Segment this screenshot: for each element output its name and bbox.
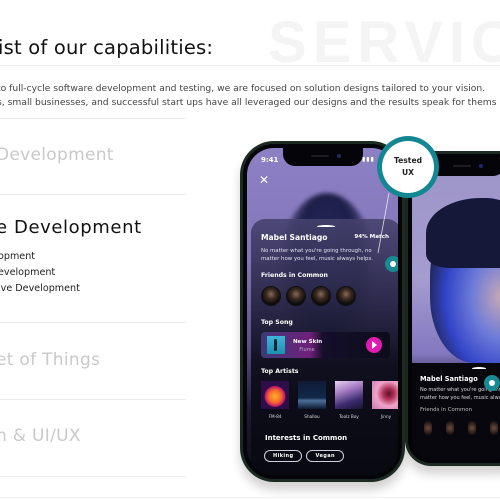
top-artists-title: Top Artists <box>261 368 299 375</box>
capability-design-ui-ux[interactable]: n & UI/UX <box>0 426 81 446</box>
artist-item[interactable]: Jinny <box>372 381 398 419</box>
intro-line-2: s, small businesses, and successful star… <box>0 97 497 108</box>
friend-avatar[interactable] <box>336 286 356 306</box>
capability-divider <box>0 118 186 119</box>
artist-item[interactable]: FM-84 <box>261 381 289 419</box>
capability-sub-item[interactable]: ive Development <box>0 283 80 294</box>
artists-list: FM-84 Shallou Toolz Boy Jinny <box>261 381 398 419</box>
page-heading: ist of our capabilities: <box>0 36 214 59</box>
friend-avatar[interactable] <box>446 421 454 435</box>
album-cover <box>267 336 285 354</box>
annotation-pin <box>484 375 500 391</box>
top-song-title: Top Song <box>261 319 293 326</box>
friends-list <box>261 286 356 306</box>
interest-chip[interactable]: Vegan <box>306 450 344 462</box>
bottom-divider <box>0 497 500 498</box>
capability-divider <box>0 399 186 400</box>
quote-line: matter how you feel, music always help <box>420 394 500 401</box>
song-title: New Skin <box>293 339 323 345</box>
tested-ux-badge: Tested UX <box>377 136 439 198</box>
match-percentage: 94% Match <box>354 234 389 240</box>
friend-avatar[interactable] <box>490 421 498 435</box>
profile-name: Mabel Santiago <box>420 375 478 383</box>
artist-artwork <box>335 381 363 409</box>
badge-line-1: Tested <box>393 156 423 165</box>
artist-artwork <box>261 381 289 409</box>
annotation-pin <box>385 256 398 272</box>
capability-iot[interactable]: et of Things <box>0 350 100 370</box>
interests-title: Interests in Common <box>265 434 348 442</box>
phone-mockup-main: 9:41 ▮▮▮ ◔ ✕ Mabel Santiago 94% Match No… <box>240 141 405 482</box>
phone-screen: Mabel Santiago No matter what you're goi… <box>412 158 500 459</box>
capability-mobile-development[interactable]: e Development <box>0 217 142 238</box>
profile-name: Mabel Santiago <box>261 233 328 242</box>
friends-title: Friends in Common <box>261 272 328 279</box>
services-watermark: SERVIC <box>268 10 500 75</box>
friend-avatar[interactable] <box>468 421 476 435</box>
friend-avatar[interactable] <box>311 286 331 306</box>
artist-name: Shallou <box>304 414 320 419</box>
phone-screen: 9:41 ▮▮▮ ◔ ✕ Mabel Santiago 94% Match No… <box>247 148 398 475</box>
artist-name: FM-84 <box>268 414 282 419</box>
friend-avatar[interactable] <box>261 286 281 306</box>
interests-list: Hiking Vegan <box>264 450 344 462</box>
artist-artwork <box>298 381 326 409</box>
capability-sub-item[interactable]: opment <box>0 251 35 262</box>
intro-line-1: to full-cycle software development and t… <box>0 83 486 94</box>
capability-divider <box>0 322 186 323</box>
drag-handle[interactable] <box>472 367 486 370</box>
badge-line-2: UX <box>401 168 415 177</box>
phone-notch <box>282 148 363 166</box>
interest-chip[interactable]: Hiking <box>264 450 303 462</box>
friend-avatar[interactable] <box>286 286 306 306</box>
song-card[interactable]: New Skin Flume <box>261 332 390 358</box>
artist-name: Toolz Boy <box>339 414 359 419</box>
status-time: 9:41 <box>261 156 279 164</box>
capability-divider <box>0 476 186 477</box>
heading-divider <box>0 65 500 66</box>
song-artist: Flume <box>299 347 315 353</box>
drag-handle[interactable] <box>317 225 335 228</box>
capability-web-development[interactable]: Development <box>0 145 114 165</box>
intro-text: to full-cycle software development and t… <box>0 82 497 110</box>
artist-artwork <box>372 381 398 409</box>
profile-card: Mabel Santiago 94% Match No matter what … <box>251 219 398 475</box>
close-icon[interactable]: ✕ <box>259 174 269 186</box>
friends-list <box>424 421 498 435</box>
artist-item[interactable]: Shallou <box>298 381 326 419</box>
friend-avatar[interactable] <box>424 421 432 435</box>
artist-name: Jinny <box>380 414 392 419</box>
capability-divider <box>0 194 186 195</box>
artist-item[interactable]: Toolz Boy <box>335 381 363 419</box>
capability-sub-item[interactable]: evelopment <box>0 267 55 278</box>
phone-mockup-secondary: Mabel Santiago No matter what you're goi… <box>405 151 500 466</box>
play-icon[interactable] <box>366 337 382 353</box>
friends-title: Friends in Common <box>420 407 473 413</box>
profile-quote: No matter what you're going through, no … <box>261 248 373 262</box>
